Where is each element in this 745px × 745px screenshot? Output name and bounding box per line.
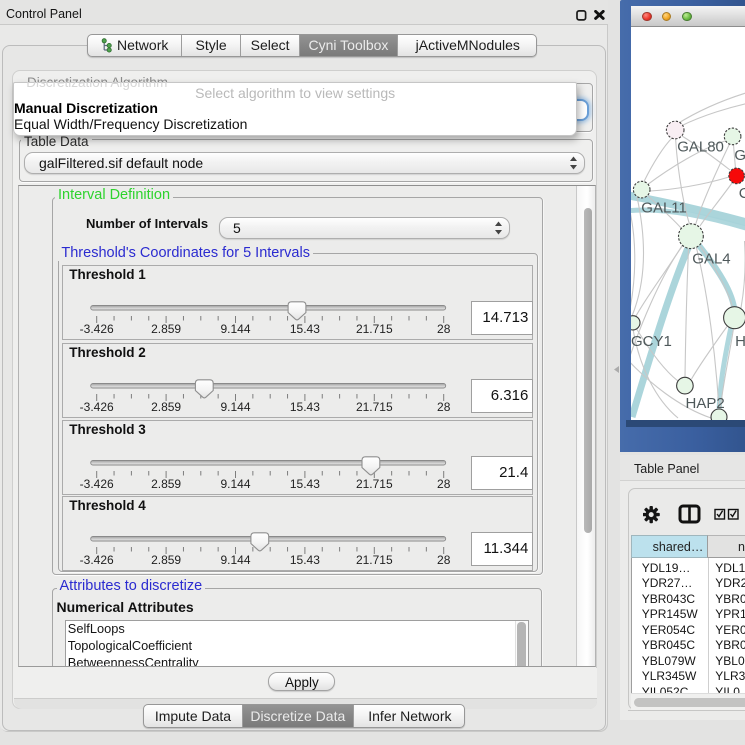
- svg-text:28: 28: [437, 400, 451, 414]
- svg-text:28: 28: [437, 553, 451, 567]
- svg-text:HAP2: HAP2: [686, 395, 725, 412]
- svg-text:9.144: 9.144: [221, 400, 251, 414]
- svg-text:-3.426: -3.426: [80, 322, 114, 336]
- svg-text:GA: GA: [734, 147, 745, 164]
- svg-text:28: 28: [437, 322, 451, 336]
- svg-text:GAL80: GAL80: [677, 138, 724, 155]
- svg-text:9.144: 9.144: [221, 553, 251, 567]
- svg-text:HIS: HIS: [735, 333, 745, 350]
- svg-text:21.715: 21.715: [356, 477, 393, 491]
- svg-text:15.43: 15.43: [290, 400, 320, 414]
- svg-text:15.43: 15.43: [290, 322, 320, 336]
- svg-text:2.859: 2.859: [151, 400, 181, 414]
- svg-text:15.43: 15.43: [290, 477, 320, 491]
- svg-text:CA: CA: [739, 185, 745, 202]
- svg-text:21.715: 21.715: [356, 400, 393, 414]
- svg-text:2.859: 2.859: [151, 553, 181, 567]
- svg-text:GAL4: GAL4: [692, 251, 730, 268]
- svg-text:21.715: 21.715: [356, 553, 393, 567]
- svg-text:GAL11: GAL11: [641, 200, 687, 217]
- svg-text:GCY1: GCY1: [631, 333, 672, 350]
- svg-text:28: 28: [437, 477, 451, 491]
- svg-text:9.144: 9.144: [221, 322, 251, 336]
- svg-text:21.715: 21.715: [356, 322, 393, 336]
- svg-text:9.144: 9.144: [221, 477, 251, 491]
- svg-text:2.859: 2.859: [151, 322, 181, 336]
- svg-text:-3.426: -3.426: [80, 477, 114, 491]
- svg-text:15.43: 15.43: [290, 553, 320, 567]
- svg-text:2.859: 2.859: [151, 477, 181, 491]
- svg-text:-3.426: -3.426: [80, 400, 114, 414]
- svg-text:-3.426: -3.426: [80, 553, 114, 567]
